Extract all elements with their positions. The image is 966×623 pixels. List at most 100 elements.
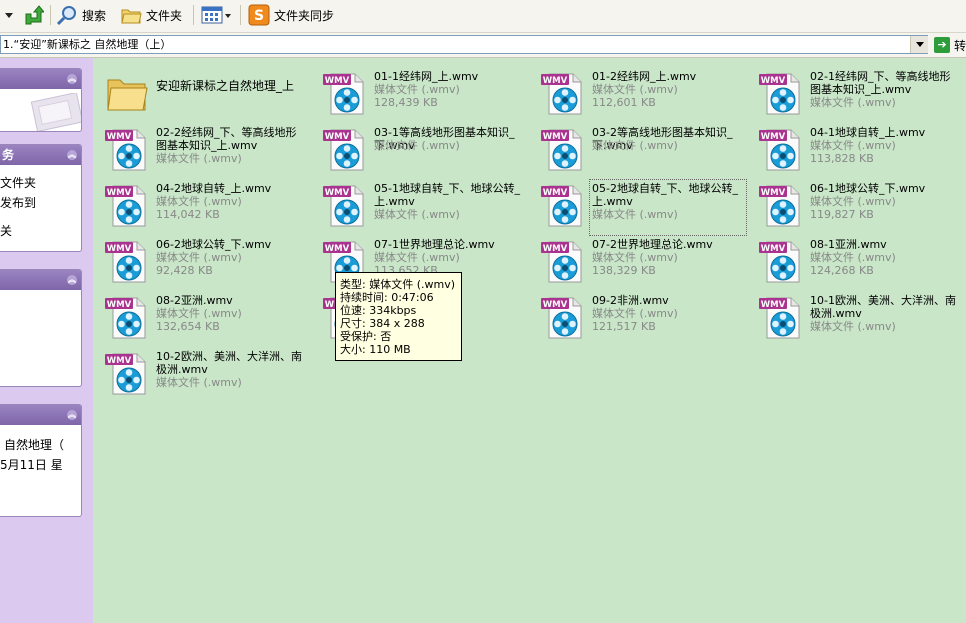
- panel-header[interactable]: ︽: [0, 270, 81, 290]
- wmv-badge: WMV: [761, 244, 786, 254]
- file-type: 媒体文件 (.wmv): [374, 83, 460, 96]
- file-type: 媒体文件 (.wmv): [156, 195, 242, 208]
- file-size: 128,439 KB: [374, 96, 438, 109]
- file-info-tooltip: 类型: 媒体文件 (.wmv) 持续时间: 0:47:06 位速: 334kbp…: [335, 272, 462, 361]
- file-item[interactable]: WMV 03-1等高线地形图基本知识_下.wmv 媒体文件 (.wmv): [317, 120, 527, 174]
- file-item[interactable]: WMV 01-2经纬网_上.wmv 媒体文件 (.wmv) 112,601 KB: [535, 64, 745, 118]
- address-dropdown-button[interactable]: [910, 36, 928, 53]
- wmv-badge: WMV: [761, 76, 786, 86]
- address-bar: 1.“安迎”新课标之 自然地理（上） ➔ 转: [0, 33, 966, 58]
- up-arrow-icon: [25, 5, 44, 25]
- task-link[interactable]: 文件夹: [0, 173, 81, 193]
- views-button[interactable]: [201, 4, 231, 26]
- wmv-file-icon: WMV: [541, 73, 582, 115]
- file-item[interactable]: WMV 04-2地球自转_上.wmv 媒体文件 (.wmv) 114,042 KB: [99, 176, 309, 230]
- task-link[interactable]: 关: [0, 221, 81, 241]
- folders-button[interactable]: 文件夹: [120, 4, 182, 26]
- panel-header[interactable]: ︽: [0, 69, 81, 89]
- file-name: 02-1经纬网_下、等高线地形图基本知识_上.wmv: [810, 70, 951, 96]
- task-pane: ︽ 务 ︽ 文件夹 发布到 关 ︽ ︽ 自然地理（ 5月11日 星: [0, 58, 93, 623]
- file-list: 安迎新课标之自然地理_上 WMV 01-1经纬网_上.wmv 媒体文件 (.wmv…: [95, 58, 966, 623]
- file-item[interactable]: WMV 06-1地球公转_下.wmv 媒体文件 (.wmv) 119,827 KB: [753, 176, 963, 230]
- wmv-badge: WMV: [107, 356, 132, 366]
- file-size: 121,517 KB: [592, 320, 656, 333]
- wmv-badge: WMV: [325, 244, 350, 254]
- file-item[interactable]: WMV 08-1亚洲.wmv 媒体文件 (.wmv) 124,268 KB: [753, 232, 963, 286]
- folder-item[interactable]: 安迎新课标之自然地理_上: [99, 64, 309, 118]
- file-item[interactable]: WMV 09-2非洲.wmv 媒体文件 (.wmv) 121,517 KB: [535, 288, 745, 342]
- wmv-file-icon: WMV: [541, 129, 582, 171]
- wmv-badge: WMV: [107, 132, 132, 142]
- panel-header[interactable]: ︽: [0, 405, 81, 425]
- file-type: 媒体文件 (.wmv): [592, 139, 678, 152]
- panel-title: 务: [2, 148, 15, 162]
- file-item[interactable]: WMV 02-1经纬网_下、等高线地形图基本知识_上.wmv 媒体文件 (.wmv…: [753, 64, 963, 118]
- file-name: 05-1地球自转_下、地球公转_上.wmv: [374, 182, 520, 208]
- wmv-file-icon: WMV: [323, 185, 364, 227]
- address-input[interactable]: 1.“安迎”新课标之 自然地理（上）: [0, 35, 928, 54]
- task-link[interactable]: 发布到: [0, 193, 81, 213]
- go-button[interactable]: ➔ 转: [934, 36, 966, 54]
- collapse-chevron-icon[interactable]: ︽: [67, 150, 77, 160]
- search-label: 搜索: [82, 8, 107, 23]
- other-places-panel: ︽: [0, 269, 82, 387]
- folder-sync-button[interactable]: S 文件夹同步: [248, 4, 334, 26]
- file-name: 04-1地球自转_上.wmv: [810, 126, 926, 139]
- wmv-file-icon: WMV: [541, 185, 582, 227]
- file-name: 06-1地球公转_下.wmv: [810, 182, 926, 195]
- file-type: 媒体文件 (.wmv): [810, 139, 896, 152]
- up-folder-button[interactable]: [22, 4, 48, 26]
- file-size: 132,654 KB: [156, 320, 220, 333]
- film-thumbnail-icon: [30, 93, 81, 131]
- file-item[interactable]: WMV 07-2世界地理总论.wmv 媒体文件 (.wmv) 138,329 KB: [535, 232, 745, 286]
- tooltip-type: 类型: 媒体文件 (.wmv): [340, 278, 456, 291]
- wmv-file-icon: WMV: [759, 73, 800, 115]
- go-label: 转: [954, 38, 966, 53]
- wmv-badge: WMV: [761, 132, 786, 142]
- folder-icon: [121, 9, 142, 24]
- file-item[interactable]: WMV 06-2地球公转_下.wmv 媒体文件 (.wmv) 92,428 KB: [99, 232, 309, 286]
- file-size: 92,428 KB: [156, 264, 213, 277]
- file-name: 04-2地球自转_上.wmv: [156, 182, 272, 195]
- file-item[interactable]: WMV 05-1地球自转_下、地球公转_上.wmv 媒体文件 (.wmv): [317, 176, 527, 230]
- wmv-badge: WMV: [543, 188, 568, 198]
- file-item[interactable]: WMV 03-2等高线地形图基本知识_下.wmv 媒体文件 (.wmv): [535, 120, 745, 174]
- file-name: 07-2世界地理总论.wmv: [592, 238, 713, 251]
- file-item[interactable]: WMV 02-2经纬网_下、等高线地形图基本知识_上.wmv 媒体文件 (.wmv…: [99, 120, 309, 174]
- wmv-badge: WMV: [543, 132, 568, 142]
- wmv-badge: WMV: [543, 76, 568, 86]
- collapse-chevron-icon[interactable]: ︽: [67, 275, 77, 285]
- wmv-file-icon: WMV: [541, 241, 582, 283]
- collapse-chevron-icon[interactable]: ︽: [67, 410, 77, 420]
- file-name: 05-2地球自转_下、地球公转_上.wmv: [592, 182, 738, 208]
- collapse-chevron-icon[interactable]: ︽: [67, 74, 77, 84]
- file-size: 138,329 KB: [592, 264, 656, 277]
- file-size: 113,828 KB: [810, 152, 874, 165]
- back-dropdown-arrow[interactable]: [4, 4, 14, 26]
- file-item[interactable]: WMV 10-2欧洲、美洲、大洋洲、南极洲.wmv 媒体文件 (.wmv): [99, 344, 309, 398]
- file-name: 02-2经纬网_下、等高线地形图基本知识_上.wmv: [156, 126, 297, 152]
- preview-panel: ︽: [0, 68, 82, 132]
- wmv-badge: WMV: [325, 188, 350, 198]
- address-value: 1.“安迎”新课标之 自然地理（上）: [3, 38, 172, 51]
- search-button[interactable]: 搜索: [56, 4, 106, 26]
- file-item[interactable]: WMV 01-1经纬网_上.wmv 媒体文件 (.wmv) 128,439 KB: [317, 64, 527, 118]
- file-item[interactable]: WMV 05-2地球自转_下、地球公转_上.wmv 媒体文件 (.wmv): [535, 176, 747, 236]
- toolbar-separator: [50, 5, 51, 25]
- file-type: 媒体文件 (.wmv): [592, 208, 678, 221]
- file-item[interactable]: WMV 10-1欧洲、美洲、大洋洲、南极洲.wmv 媒体文件 (.wmv): [753, 288, 963, 342]
- file-type: 媒体文件 (.wmv): [156, 307, 242, 320]
- file-name: 08-1亚洲.wmv: [810, 238, 887, 251]
- file-type: 媒体文件 (.wmv): [374, 251, 460, 264]
- file-size: 114,042 KB: [156, 208, 220, 221]
- file-type: 媒体文件 (.wmv): [592, 83, 678, 96]
- file-type: 媒体文件 (.wmv): [156, 376, 242, 389]
- wmv-file-icon: WMV: [759, 297, 800, 339]
- panel-header[interactable]: 务 ︽: [0, 145, 81, 165]
- chevron-down-icon: [5, 13, 13, 18]
- file-item[interactable]: WMV 04-1地球自转_上.wmv 媒体文件 (.wmv) 113,828 KB: [753, 120, 963, 174]
- file-item[interactable]: WMV 08-2亚洲.wmv 媒体文件 (.wmv) 132,654 KB: [99, 288, 309, 342]
- file-size: 119,827 KB: [810, 208, 874, 221]
- file-type: 媒体文件 (.wmv): [156, 251, 242, 264]
- toolbar: 搜索 文件夹 S 文件夹同步: [0, 0, 966, 33]
